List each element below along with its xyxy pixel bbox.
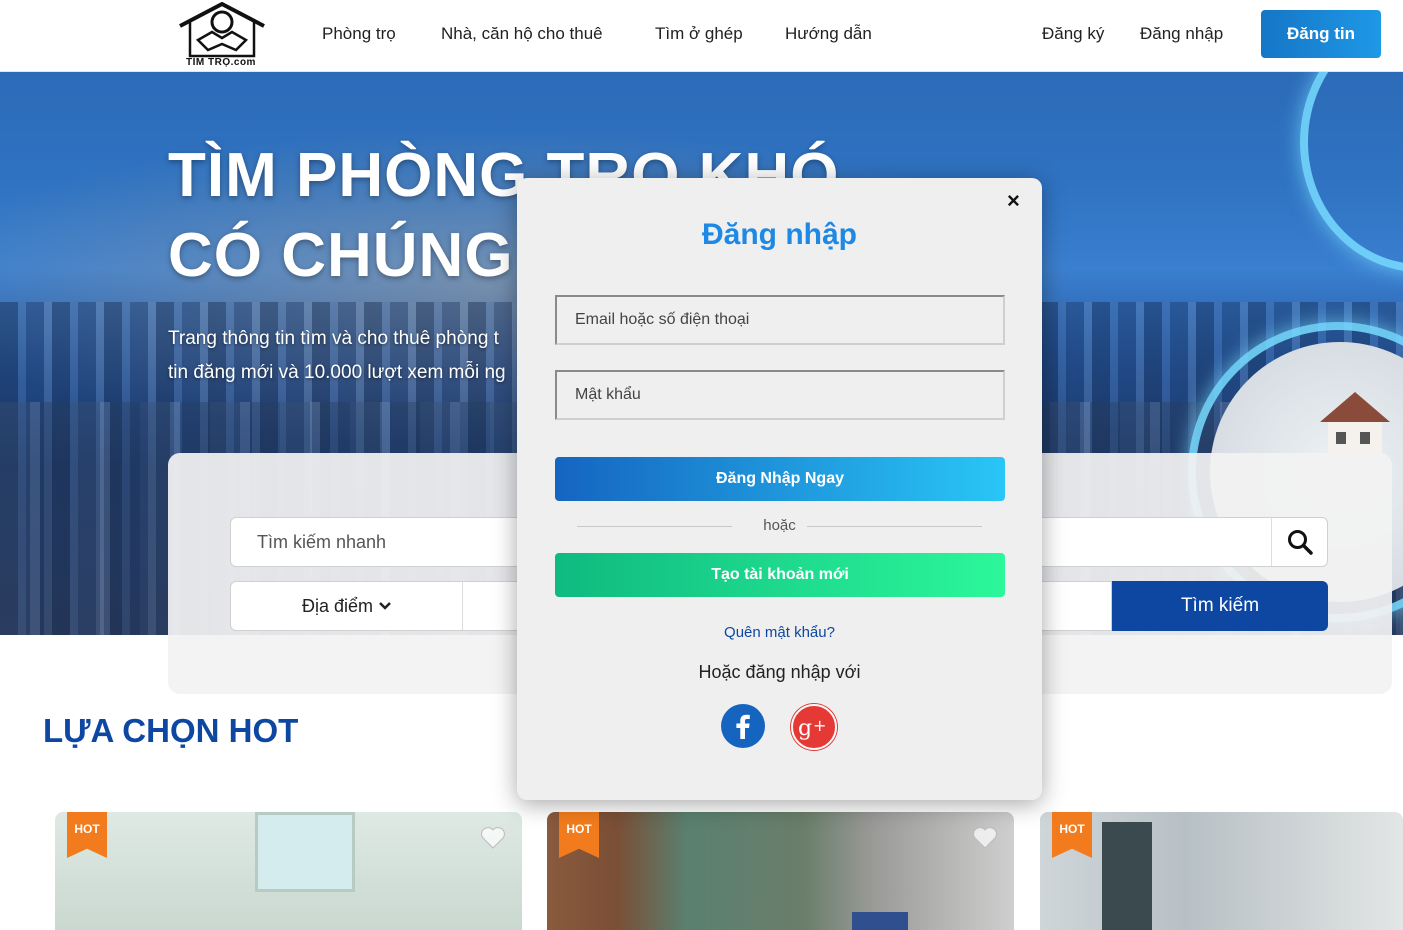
google-login-button[interactable]: g + bbox=[791, 704, 837, 750]
card-image-window bbox=[255, 812, 355, 892]
location-label: Địa điểm bbox=[301, 595, 374, 616]
nav-phong-tro[interactable]: Phòng trọ bbox=[322, 24, 396, 44]
create-account-button[interactable]: Tạo tài khoản mới bbox=[555, 553, 1005, 597]
hot-badge: HOT bbox=[1052, 812, 1092, 858]
listing-card-3[interactable]: HOT bbox=[1040, 812, 1403, 930]
hero-title-line2: CÓ CHÚNG bbox=[168, 221, 514, 290]
site-header: TÌM TRỌ.com Phòng trọ Nhà, căn hộ cho th… bbox=[0, 0, 1403, 72]
search-placeholder: Tìm kiếm nhanh bbox=[257, 532, 387, 552]
hero-subtitle-line2: tin đăng mới và 10.000 lượt xem mỗi ng bbox=[168, 362, 506, 383]
location-dropdown[interactable]: Địa điểm bbox=[231, 582, 463, 630]
or-text: hoặc bbox=[763, 517, 796, 534]
search-icon bbox=[1287, 530, 1313, 555]
facebook-icon bbox=[736, 714, 750, 739]
logo-icon bbox=[179, 1, 265, 58]
heart-icon[interactable] bbox=[972, 826, 998, 850]
svg-text:g: g bbox=[798, 716, 812, 740]
logo-text: TÌM TRỌ.com bbox=[186, 57, 256, 68]
listing-card-2[interactable]: HOT bbox=[547, 812, 1014, 930]
facebook-login-button[interactable] bbox=[721, 704, 765, 748]
email-field[interactable]: Email hoặc số điện thoại bbox=[555, 295, 1005, 345]
post-listing-button[interactable]: Đăng tin bbox=[1261, 10, 1381, 58]
decor-ring-top bbox=[1300, 72, 1403, 272]
hot-section-title: LỰA CHỌN HOT bbox=[43, 712, 299, 749]
login-link[interactable]: Đăng nhập bbox=[1140, 24, 1223, 44]
modal-title: Đăng nhập bbox=[702, 218, 857, 251]
login-modal: × Đăng nhập Email hoặc số điện thoại Mật… bbox=[517, 178, 1042, 800]
nav-huong-dan[interactable]: Hướng dẫn bbox=[785, 24, 872, 44]
social-login-text: Hoặc đăng nhập với bbox=[698, 662, 861, 682]
email-placeholder: Email hoặc số điện thoại bbox=[575, 311, 750, 328]
hot-badge: HOT bbox=[559, 812, 599, 858]
password-placeholder: Mật khẩu bbox=[575, 386, 641, 403]
card-image-door bbox=[1102, 822, 1152, 930]
password-field[interactable]: Mật khẩu bbox=[555, 370, 1005, 420]
logo[interactable]: TÌM TRỌ.com bbox=[176, 1, 268, 70]
heart-icon[interactable] bbox=[480, 826, 506, 850]
forgot-password-link[interactable]: Quên mật khẩu? bbox=[517, 624, 1042, 641]
login-now-button[interactable]: Đăng Nhập Ngay bbox=[555, 457, 1005, 501]
chevron-down-icon bbox=[379, 602, 391, 610]
search-icon-button[interactable] bbox=[1271, 518, 1327, 566]
hot-badge: HOT bbox=[67, 812, 107, 858]
hero-subtitle-line1: Trang thông tin tìm và cho thuê phòng t bbox=[168, 328, 499, 349]
search-button[interactable]: Tìm kiếm bbox=[1112, 581, 1328, 631]
svg-text:+: + bbox=[813, 716, 826, 735]
google-plus-icon: g + bbox=[798, 716, 826, 740]
nav-nha-can-ho[interactable]: Nhà, căn hộ cho thuê bbox=[441, 24, 603, 44]
nav-tim-o-ghep[interactable]: Tìm ở ghép bbox=[655, 24, 743, 44]
close-icon[interactable]: × bbox=[1007, 188, 1020, 214]
register-link[interactable]: Đăng ký bbox=[1042, 24, 1104, 44]
listing-card-1[interactable]: HOT bbox=[55, 812, 522, 930]
card-image-sign bbox=[852, 912, 908, 930]
